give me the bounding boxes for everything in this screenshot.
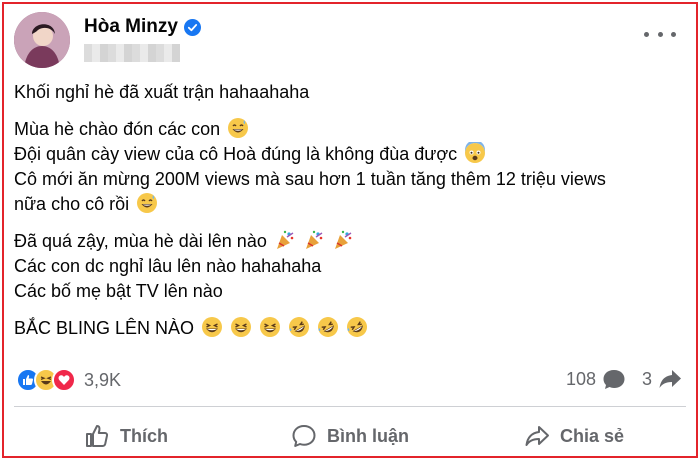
author-name[interactable]: Hòa Minzy [84, 16, 178, 38]
rolling-laughing-emoji-icon [288, 316, 310, 338]
share-button[interactable]: Chia sẻ [462, 416, 686, 456]
reaction-summary[interactable]: 3,9K [16, 368, 121, 392]
share-count[interactable]: 3 [642, 369, 652, 390]
love-reaction-icon [52, 368, 76, 392]
post-line: Các bố mẹ bật TV lên nào [14, 281, 223, 301]
like-label: Thích [120, 425, 168, 446]
grinning-squinting-emoji-icon [201, 316, 223, 338]
grinning-squinting-emoji-icon [259, 316, 281, 338]
post-line: BẮC BLING LÊN NÀO [14, 316, 686, 341]
comment-button[interactable]: Bình luận [238, 416, 462, 456]
post-line: Đã quá zậy, mùa hè dài lên nào [14, 229, 686, 254]
grinning-sweat-emoji-icon [227, 117, 249, 139]
rolling-laughing-emoji-icon [317, 316, 339, 338]
thumbs-up-icon [84, 423, 110, 449]
more-options-icon[interactable] [644, 24, 676, 44]
like-button[interactable]: Thích [14, 416, 238, 456]
author-avatar[interactable] [14, 12, 70, 68]
fearful-emoji-icon [464, 142, 486, 164]
grinning-sweat-emoji-icon [136, 192, 158, 214]
post-line: Các con dc nghỉ lâu lên nào hahahaha [14, 256, 322, 276]
author-row: Hòa Minzy [84, 16, 201, 38]
post-stats: 3,9K 108 3 [16, 368, 688, 398]
party-popper-icon [332, 229, 354, 251]
rolling-laughing-emoji-icon [346, 316, 368, 338]
comment-bubble-icon[interactable] [602, 368, 626, 390]
engagement-counts: 108 3 [566, 368, 682, 390]
post-actions: Thích Bình luận Chia sẻ [14, 416, 686, 456]
post-card: Hòa Minzy Khối nghỉ hè đã xuất trận haha… [2, 2, 698, 458]
post-line: Đội quân cày view của cô Hoà đúng là khô… [14, 142, 686, 167]
post-line: nữa cho cô rồi [14, 192, 686, 217]
comment-icon [291, 423, 317, 449]
reaction-count[interactable]: 3,9K [84, 370, 121, 391]
post-line: Mùa hè chào đón các con [14, 117, 686, 142]
comment-count[interactable]: 108 [566, 369, 596, 390]
verified-badge-icon [183, 18, 201, 36]
post-meta-redacted [84, 44, 180, 62]
post-line: Cô mới ăn mừng 200M views mà sau hơn 1 t… [14, 169, 606, 189]
post-line: Khối nghỉ hè đã xuất trận hahaahaha [14, 82, 310, 102]
share-label: Chia sẻ [559, 425, 625, 446]
post-body: Khối nghỉ hè đã xuất trận hahaahaha Mùa … [14, 80, 686, 341]
comment-label: Bình luận [327, 425, 409, 446]
post-header: Hòa Minzy [14, 12, 686, 68]
party-popper-icon [303, 229, 325, 251]
share-icon [524, 423, 550, 449]
party-popper-icon [274, 229, 296, 251]
share-arrow-icon[interactable] [658, 368, 682, 390]
grinning-squinting-emoji-icon [230, 316, 252, 338]
actions-divider [14, 406, 686, 407]
